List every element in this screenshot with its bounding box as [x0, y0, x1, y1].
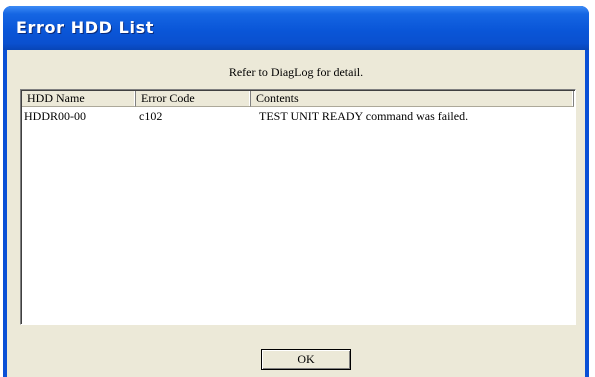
column-header-contents[interactable]: Contents [251, 91, 574, 107]
cell-contents: TEST UNIT READY command was failed. [259, 109, 469, 123]
column-header-error-code[interactable]: Error Code [136, 91, 251, 107]
list-row[interactable]: HDDR00-00 c102 TEST UNIT READY command w… [22, 108, 574, 124]
cell-hdd-name: HDDR00-00 [24, 109, 86, 123]
column-header-hdd-name[interactable]: HDD Name [22, 91, 136, 107]
window-title: Error HDD List [16, 18, 154, 37]
ok-button[interactable]: OK [261, 349, 351, 370]
title-bar[interactable]: Error HDD List [3, 6, 589, 50]
dialog-body: Refer to DiagLog for detail. HDD Name Er… [7, 50, 585, 377]
detail-message: Refer to DiagLog for detail. [228, 65, 364, 79]
hdd-error-list[interactable]: HDD Name Error Code Contents HDDR00-00 c… [20, 89, 576, 325]
error-hdd-list-dialog: Error HDD List Refer to DiagLog for deta… [3, 6, 589, 377]
list-header: HDD Name Error Code Contents [22, 91, 574, 107]
cell-error-code: c102 [139, 109, 163, 123]
